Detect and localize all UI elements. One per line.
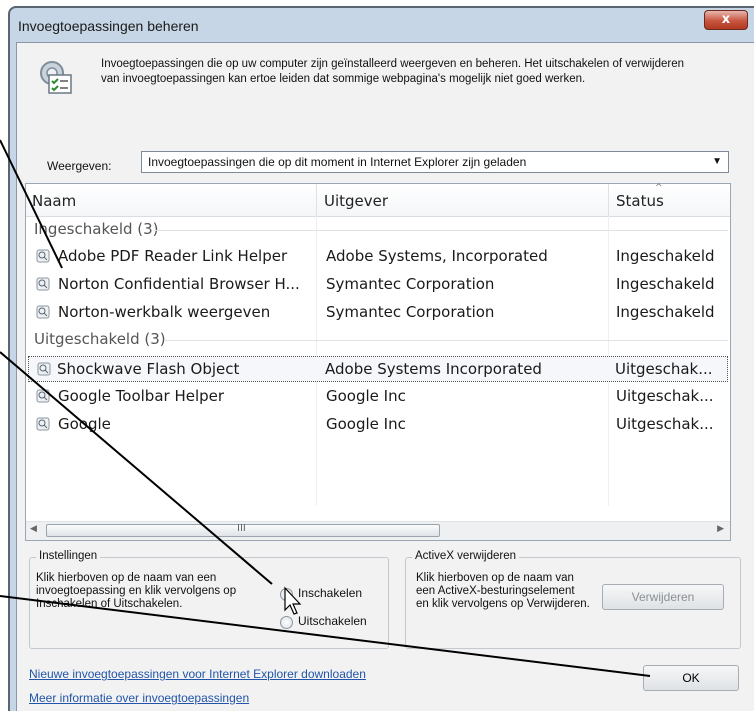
disable-radio[interactable]	[280, 616, 293, 629]
addon-status: Ingeschakeld	[616, 303, 715, 321]
addon-icon	[36, 305, 50, 319]
column-header-name[interactable]: Naam	[32, 192, 76, 210]
group-divider	[164, 340, 728, 341]
list-header: Naam Uitgever Status ^	[26, 183, 730, 217]
list-row[interactable]: Norton Confidential Browser H... Symante…	[28, 272, 728, 298]
scroll-right-icon[interactable]: ▶	[717, 524, 724, 534]
settings-group: Instellingen Klik hierboven op de naam v…	[29, 550, 389, 649]
activex-instructions: Klik hierboven op de naam van een Active…	[416, 572, 590, 610]
addon-name: Google	[58, 415, 111, 433]
window-title: Invoegtoepassingen beheren	[18, 18, 199, 34]
remove-button[interactable]: Verwijderen	[602, 584, 724, 610]
addon-status: Uitgeschak...	[616, 387, 714, 405]
column-header-publisher[interactable]: Uitgever	[324, 192, 388, 210]
title-bar[interactable]: Invoegtoepassingen beheren x	[10, 8, 754, 42]
settings-instructions: Klik hierboven op de naam van een invoeg…	[36, 572, 237, 610]
addon-publisher: Google Inc	[326, 387, 406, 405]
column-divider[interactable]	[608, 184, 609, 216]
show-label: Weergeven:	[47, 159, 112, 173]
addon-name: Adobe PDF Reader Link Helper	[58, 247, 288, 265]
intro-text: Invoegtoepassingen die op uw computer zi…	[101, 58, 685, 85]
scroll-left-icon[interactable]: ◀	[30, 524, 37, 534]
addons-settings-icon	[40, 61, 72, 94]
addon-name: Google Toolbar Helper	[58, 387, 225, 405]
addon-name: Norton-werkbalk weergeven	[58, 303, 271, 321]
addon-icon	[36, 277, 50, 291]
list-row[interactable]: Google Google Inc Uitgeschak...	[28, 412, 728, 438]
group-divider	[154, 230, 728, 231]
list-row[interactable]: Norton-werkbalk weergeven Symantec Corpo…	[28, 300, 728, 326]
dialog-content: Invoegtoepassingen die op uw computer zi…	[16, 42, 754, 711]
activex-group: ActiveX verwijderen Klik hierboven op de…	[405, 550, 741, 649]
horizontal-scrollbar[interactable]: ◀ III ▶	[26, 521, 730, 540]
addon-icon	[36, 417, 50, 431]
scrollbar-thumb[interactable]: III	[46, 523, 440, 537]
addon-publisher: Google Inc	[326, 415, 406, 433]
addon-publisher: Adobe Systems, Incorporated	[326, 247, 548, 265]
addon-icon	[37, 362, 51, 376]
chevron-down-icon: ▼	[712, 156, 722, 167]
addons-list[interactable]: Naam Uitgever Status ^ Ingeschakeld (3) …	[25, 183, 731, 541]
column-header-status[interactable]: Status	[616, 192, 664, 210]
addon-status: Uitgeschak...	[616, 415, 714, 433]
enable-radio[interactable]	[280, 588, 293, 601]
show-dropdown-value: Invoegtoepassingen die op dit moment in …	[148, 155, 527, 169]
addon-status: Ingeschakeld	[616, 275, 715, 293]
addon-status: Uitgeschak...	[615, 360, 713, 378]
activex-legend: ActiveX verwijderen	[412, 550, 519, 562]
list-row[interactable]: Google Toolbar Helper Google Inc Uitgesc…	[28, 384, 728, 410]
grip-icon: III	[237, 523, 246, 534]
addon-publisher: Symantec Corporation	[326, 275, 495, 293]
addon-icon	[36, 389, 50, 403]
list-row-selected[interactable]: Shockwave Flash Object Adobe Systems Inc…	[28, 356, 728, 382]
addon-icon	[36, 249, 50, 263]
more-info-link[interactable]: Meer informatie over invoegtoepassingen	[29, 691, 249, 705]
enable-label[interactable]: Inschakelen	[298, 586, 362, 600]
addon-publisher: Adobe Systems Incorporated	[325, 360, 542, 378]
dialog-window: Invoegtoepassingen beheren x Invoegtoepa…	[8, 6, 754, 711]
column-divider[interactable]	[316, 184, 317, 216]
disable-label[interactable]: Uitschakelen	[298, 614, 367, 628]
group-label-disabled: Uitgeschakeld (3)	[34, 330, 166, 348]
addon-name: Norton Confidential Browser H...	[58, 275, 300, 293]
close-button[interactable]: x	[704, 10, 748, 30]
addon-name: Shockwave Flash Object	[57, 360, 240, 378]
show-dropdown[interactable]: Invoegtoepassingen die op dit moment in …	[141, 151, 729, 173]
ok-button[interactable]: OK	[643, 665, 739, 691]
addon-status: Ingeschakeld	[616, 247, 715, 265]
sort-ascending-icon: ^	[655, 183, 663, 193]
download-addons-link[interactable]: Nieuwe invoegtoepassingen voor Internet …	[29, 667, 366, 681]
settings-legend: Instellingen	[36, 550, 101, 562]
addon-publisher: Symantec Corporation	[326, 303, 495, 321]
group-label-enabled: Ingeschakeld (3)	[34, 220, 159, 238]
list-row[interactable]: Adobe PDF Reader Link Helper Adobe Syste…	[28, 244, 728, 270]
